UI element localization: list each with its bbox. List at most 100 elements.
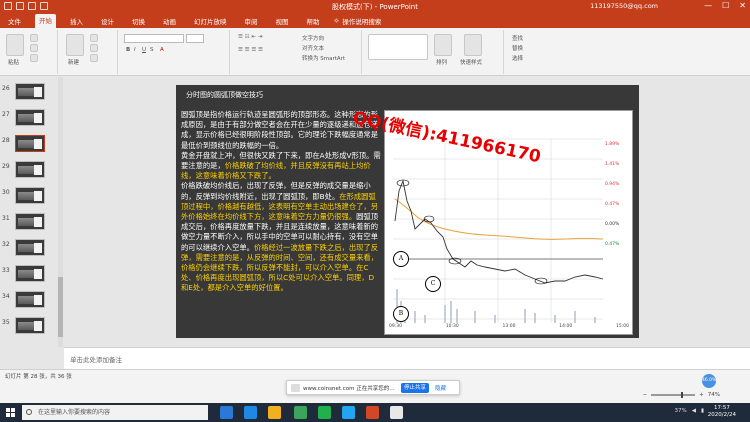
zoom-out-icon[interactable]: −	[643, 392, 648, 398]
notes-placeholder[interactable]: 单击此处添加备注	[70, 354, 122, 364]
windows-taskbar: 在这里输入你要搜索的内容 37% ◀ ▮ 17:57 2020/2/24	[0, 403, 750, 422]
drawing-group: 排列 快速样式	[364, 30, 504, 74]
time-label: 14:00	[559, 324, 573, 329]
tab-home[interactable]: 开始	[35, 14, 56, 28]
zoom-level[interactable]: 74%	[708, 392, 720, 398]
zoom-slider[interactable]	[651, 392, 696, 398]
align-text-button[interactable]: 对齐文本	[302, 44, 324, 52]
hide-button[interactable]: 隐藏	[435, 384, 446, 392]
thumb-number: 26	[2, 85, 10, 92]
search-placeholder: 在这里输入你要搜索的内容	[38, 409, 111, 416]
taskbar-search-box[interactable]: 在这里输入你要搜索的内容	[22, 405, 208, 420]
tab-animations[interactable]: 动画	[159, 15, 180, 27]
slide-thumbnail[interactable]	[15, 187, 45, 204]
copy-icon[interactable]	[30, 44, 38, 52]
slide-thumbnail-pane[interactable]: 26 27 28 29 30 31 32 33 34 35	[0, 77, 64, 347]
zoom-control[interactable]: − + 74%	[643, 392, 720, 398]
thumb-number: 28	[2, 137, 10, 144]
edge-icon[interactable]	[244, 406, 257, 419]
slide-thumbnail[interactable]	[15, 265, 45, 282]
current-slide[interactable]: 分时图的圆弧顶做空技巧 圆弧顶是指价格运行轨迹呈圆弧形的顶部形态。这种形态的形成…	[176, 85, 639, 338]
taskbar-clock[interactable]: 17:57 2020/2/24	[708, 405, 736, 419]
paste-icon[interactable]	[6, 34, 24, 56]
network-badge[interactable]: 46.0%	[702, 374, 716, 388]
tab-help[interactable]: 帮助	[303, 15, 324, 27]
quick-styles-button[interactable]: 快速样式	[460, 58, 482, 66]
quick-styles-icon[interactable]	[464, 34, 482, 56]
shapes-gallery[interactable]	[368, 34, 428, 60]
volume-icon[interactable]: ◀	[692, 408, 696, 414]
format-painter-icon[interactable]	[30, 54, 38, 62]
tab-transitions[interactable]: 切换	[128, 15, 149, 27]
slide-thumbnail-selected[interactable]	[15, 135, 45, 152]
slide-thumbnail[interactable]	[15, 291, 45, 308]
slide-thumbnail[interactable]	[15, 317, 45, 334]
bullets-icon[interactable]: ☰ ☷ ⇤ ⇥	[238, 34, 262, 40]
zoom-in-icon[interactable]: +	[699, 392, 704, 398]
minimize-icon[interactable]: —	[704, 1, 712, 10]
app-icon[interactable]	[294, 406, 307, 419]
callout-b: B	[393, 306, 409, 322]
ribbon: 粘贴 新建 B I U S A ☰ ☷ ⇤ ⇥ ☰ ☰ ☰ ☰ 文字方向 对齐文…	[0, 28, 750, 76]
stop-sharing-button[interactable]: 停止共享	[401, 383, 429, 393]
maximize-icon[interactable]: ☐	[722, 1, 729, 10]
wechat-icon[interactable]	[318, 406, 331, 419]
close-icon[interactable]: ✕	[739, 1, 746, 10]
powerpoint-icon[interactable]	[366, 406, 379, 419]
task-view-icon[interactable]	[220, 406, 233, 419]
time-label: 15:00	[616, 324, 629, 329]
tab-view[interactable]: 视图	[272, 15, 293, 27]
tab-file[interactable]: 文件	[4, 15, 25, 27]
bold-icon[interactable]: B	[126, 47, 130, 53]
clock-date: 2020/2/24	[707, 412, 736, 418]
new-slide-icon[interactable]	[66, 34, 84, 56]
slide-title[interactable]: 分时图的圆弧顶做空技巧	[186, 90, 263, 100]
slide-thumbnail[interactable]	[15, 213, 45, 230]
font-size-box[interactable]	[186, 34, 204, 43]
slide-thumbnail[interactable]	[15, 83, 45, 100]
layout-icon[interactable]	[90, 34, 98, 42]
clipboard-group: 粘贴	[0, 30, 58, 74]
select-button[interactable]: 选择	[512, 54, 523, 62]
status-bar: 幻灯片 第 28 张，共 36 张 www.coinsnet.com 正在共享您…	[0, 369, 750, 403]
underline-icon[interactable]: U	[142, 47, 146, 53]
shadow-icon[interactable]: S	[150, 47, 154, 53]
notes-pane[interactable]: 单击此处添加备注	[64, 347, 750, 369]
slide-thumbnail[interactable]	[15, 239, 45, 256]
time-label: 10:30	[445, 324, 459, 329]
axis-label: 1.89%	[605, 142, 620, 147]
account-name[interactable]: 113197550@qq.com	[590, 2, 658, 10]
reset-icon[interactable]	[90, 44, 98, 52]
tab-insert[interactable]: 插入	[66, 15, 87, 27]
align-icons[interactable]: ☰ ☰ ☰ ☰	[238, 47, 263, 53]
app-icon[interactable]	[342, 406, 355, 419]
slide-thumbnail[interactable]	[15, 109, 45, 126]
thumbnail-scrollbar[interactable]	[58, 77, 63, 347]
italic-icon[interactable]: I	[134, 47, 136, 53]
file-explorer-icon[interactable]	[268, 406, 281, 419]
slide-thumbnail[interactable]	[15, 161, 45, 178]
cut-icon[interactable]	[30, 34, 38, 42]
network-icon[interactable]: ▮	[701, 408, 704, 414]
arrange-button[interactable]: 排列	[436, 58, 447, 66]
tab-design[interactable]: 设计	[97, 15, 118, 27]
find-button[interactable]: 查找	[512, 34, 523, 42]
system-tray[interactable]: 37% ◀ ▮	[675, 408, 705, 414]
replace-button[interactable]: 替换	[512, 44, 523, 52]
text-direction-button[interactable]: 文字方向	[302, 34, 324, 42]
chrome-icon[interactable]	[390, 406, 403, 419]
windows-start-icon[interactable]	[6, 408, 15, 417]
battery-level[interactable]: 37%	[675, 408, 687, 414]
font-color-icon[interactable]: A	[160, 47, 164, 53]
font-name-box[interactable]	[124, 34, 184, 43]
tab-review[interactable]: 审阅	[241, 15, 262, 27]
new-slide-button[interactable]: 新建	[68, 58, 79, 66]
arrange-icon[interactable]	[434, 34, 452, 56]
smartart-button[interactable]: 转换为 SmartArt	[302, 54, 345, 62]
paste-button[interactable]: 粘贴	[8, 58, 19, 66]
thumb-number: 30	[2, 189, 10, 196]
tab-slideshow[interactable]: 幻灯片放映	[190, 15, 231, 27]
scrollbar-thumb[interactable]	[58, 277, 63, 337]
section-icon[interactable]	[90, 54, 98, 62]
tell-me-search[interactable]: ☼ 操作说明搜索	[334, 16, 382, 26]
